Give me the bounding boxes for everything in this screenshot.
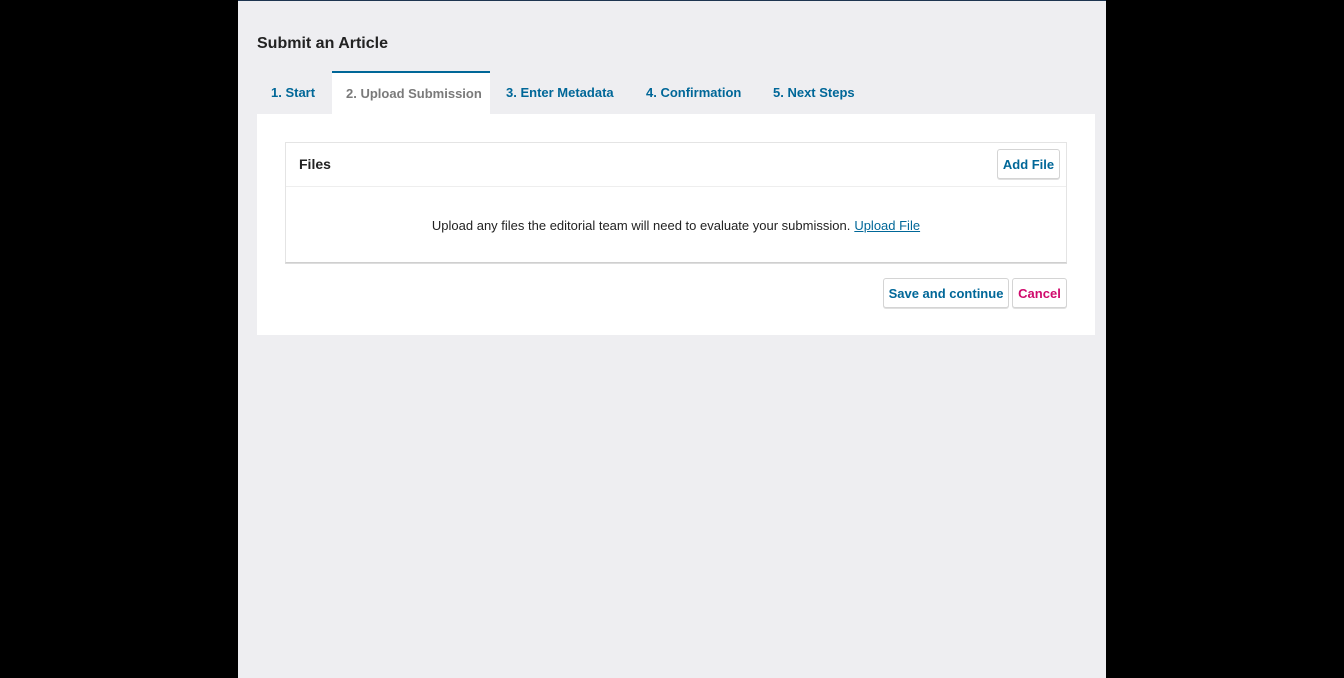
files-title: Files bbox=[299, 156, 331, 172]
files-grid: Files Add File Upload any files the edit… bbox=[285, 142, 1067, 263]
page-title: Submit an Article bbox=[257, 35, 388, 52]
tab-enter-metadata[interactable]: 3. Enter Metadata bbox=[490, 71, 631, 114]
files-empty-message: Upload any files the editorial team will… bbox=[431, 217, 851, 233]
files-header: Files Add File bbox=[286, 143, 1066, 187]
upload-submission-panel: Files Add File Upload any files the edit… bbox=[257, 114, 1095, 335]
tab-start[interactable]: 1. Start bbox=[257, 71, 332, 114]
cancel-button[interactable]: Cancel bbox=[1012, 278, 1067, 308]
submission-steps-tabs: 1. Start 2. Upload Submission 3. Enter M… bbox=[257, 71, 865, 114]
upload-file-link[interactable]: Upload File bbox=[854, 218, 920, 233]
submission-page: Submit an Article 1. Start 2. Upload Sub… bbox=[238, 0, 1106, 678]
save-and-continue-button[interactable]: Save and continue bbox=[883, 278, 1009, 308]
tab-confirmation[interactable]: 4. Confirmation bbox=[631, 71, 757, 114]
tab-upload-submission[interactable]: 2. Upload Submission bbox=[332, 71, 490, 114]
tab-next-steps[interactable]: 5. Next Steps bbox=[757, 71, 865, 114]
add-file-button[interactable]: Add File bbox=[997, 149, 1060, 179]
files-empty-state: Upload any files the editorial team will… bbox=[286, 187, 1066, 263]
